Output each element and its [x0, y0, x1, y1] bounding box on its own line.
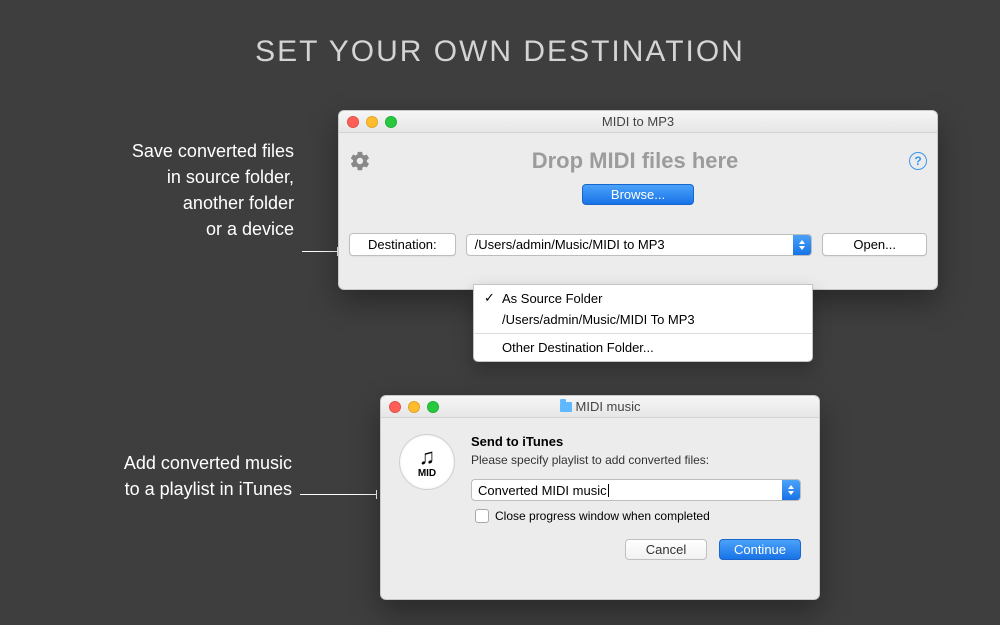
callout-text: Add converted music to a playlist in iTu… [124, 453, 292, 499]
menu-item-as-source[interactable]: As Source Folder [474, 288, 812, 309]
continue-button[interactable]: Continue [719, 539, 801, 560]
destination-label-button[interactable]: Destination: [349, 233, 456, 256]
destination-dropdown: As Source Folder /Users/admin/Music/MIDI… [473, 284, 813, 362]
chevron-updown-icon [793, 235, 811, 255]
minimize-button[interactable] [408, 401, 420, 413]
destination-select[interactable]: /Users/admin/Music/MIDI to MP3 [466, 234, 813, 256]
zoom-button[interactable] [385, 116, 397, 128]
drop-zone-title: Drop MIDI files here [361, 148, 909, 174]
dialog-body: ♫ MID Send to iTunes Please specify play… [381, 418, 819, 533]
destination-value: /Users/admin/Music/MIDI to MP3 [475, 237, 665, 252]
midi-file-icon: ♫ MID [399, 434, 455, 490]
close-progress-checkbox[interactable] [475, 509, 489, 523]
menu-item-other-folder[interactable]: Other Destination Folder... [474, 337, 812, 358]
midi-icon-label: MID [418, 468, 436, 479]
destination-row: Destination: /Users/admin/Music/MIDI to … [339, 233, 937, 256]
chevron-updown-icon [782, 480, 800, 500]
callout-save-files: Save converted files in source folder, a… [60, 138, 294, 242]
text-cursor [608, 484, 609, 497]
dialog-buttons: Cancel Continue [381, 533, 819, 574]
send-to-itunes-window: MIDI music ♫ MID Send to iTunes Please s… [380, 395, 820, 600]
close-button[interactable] [389, 401, 401, 413]
window-title: MIDI music [381, 399, 819, 414]
menu-item-path[interactable]: /Users/admin/Music/MIDI To MP3 [474, 309, 812, 330]
dialog-title: Send to iTunes [471, 434, 801, 449]
midi-to-mp3-window: MIDI to MP3 Drop MIDI files here ? Brows… [338, 110, 938, 290]
window-title: MIDI to MP3 [339, 114, 937, 129]
playlist-select[interactable]: Converted MIDI music [471, 479, 801, 501]
menu-separator [474, 333, 812, 334]
close-button[interactable] [347, 116, 359, 128]
help-icon[interactable]: ? [909, 152, 927, 170]
checkbox-row: Close progress window when completed [475, 509, 801, 523]
callout-connector [302, 251, 337, 252]
window-titlebar[interactable]: MIDI music [381, 396, 819, 418]
window-titlebar[interactable]: MIDI to MP3 [339, 111, 937, 133]
callout-connector [300, 494, 376, 495]
music-note-icon: ♫ [419, 446, 436, 468]
checkbox-label: Close progress window when completed [495, 509, 710, 523]
page-title: SET YOUR OWN DESTINATION [0, 0, 1000, 69]
toolbar: Drop MIDI files here ? [339, 133, 937, 188]
folder-icon [560, 402, 572, 412]
cancel-button[interactable]: Cancel [625, 539, 707, 560]
playlist-value: Converted MIDI music [478, 483, 607, 498]
traffic-lights [381, 401, 439, 413]
zoom-button[interactable] [427, 401, 439, 413]
callout-playlist: Add converted music to a playlist in iTu… [58, 450, 292, 502]
traffic-lights [339, 116, 397, 128]
minimize-button[interactable] [366, 116, 378, 128]
callout-text: Save converted files in source folder, a… [132, 141, 294, 239]
dialog-subtitle: Please specify playlist to add converted… [471, 453, 801, 467]
open-button[interactable]: Open... [822, 233, 927, 256]
window-title-text: MIDI music [576, 399, 641, 414]
